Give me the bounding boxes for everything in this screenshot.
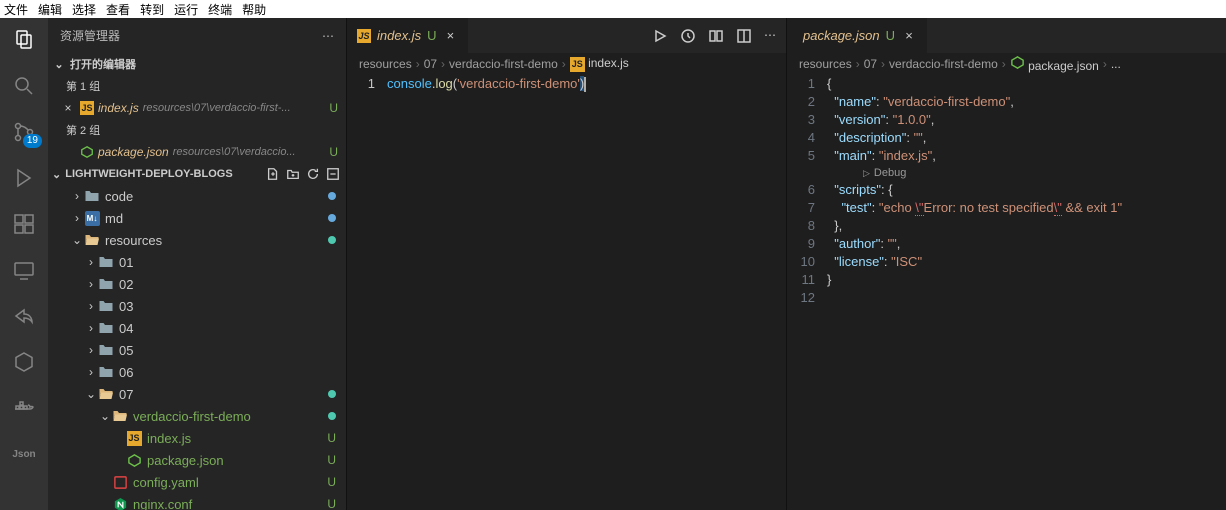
new-folder-icon[interactable] [286,167,300,181]
tree-item[interactable]: nginx.confU [48,493,346,510]
diff-icon[interactable] [708,28,724,44]
tree-item[interactable]: ⌄verdaccio-first-demo [48,405,346,427]
json-icon[interactable]: Json [12,442,36,466]
sidebar-actions[interactable]: ⋯ [322,29,334,43]
open-editor-item[interactable]: package.json resources\07\verdaccio...U [48,141,346,163]
editor-group-1: JS index.js U × ⋯ resources›07›verdaccio… [346,18,786,510]
tab-packagejson[interactable]: package.json U × [787,18,928,53]
scm-icon[interactable]: 19 [12,120,36,144]
close-icon[interactable]: × [442,28,458,43]
open-editors-header[interactable]: ⌄打开的编辑器 [48,53,346,75]
folder-icon [98,254,114,270]
md-icon: M↓ [84,210,100,226]
share-icon[interactable] [12,304,36,328]
code-line[interactable]: console.log('verdaccio-first-demo') [387,75,786,510]
menu-item[interactable]: 帮助 [242,1,266,17]
editor-group-label: 第 2 组 [48,119,346,141]
run-icon[interactable] [12,166,36,190]
js-icon: JS [357,29,371,43]
tree-item[interactable]: ›01 [48,251,346,273]
editor-group-label: 第 1 组 [48,75,346,97]
tree-item[interactable]: ›06 [48,361,346,383]
history-icon[interactable] [680,28,696,44]
menu-item[interactable]: 编辑 [38,1,62,17]
hexagon-icon[interactable] [12,350,36,374]
menu-item[interactable]: 文件 [4,1,28,17]
tree-item[interactable]: JSindex.jsU [48,427,346,449]
menu-item[interactable]: 查看 [106,1,130,17]
tree-item[interactable]: config.yamlU [48,471,346,493]
folder-header[interactable]: ⌄ LIGHTWEIGHT-DEPLOY-BLOGS [48,163,346,185]
menu-item[interactable]: 运行 [174,1,198,17]
folder-open-icon [112,408,128,424]
folder-icon [98,298,114,314]
docker-icon[interactable] [12,396,36,420]
folder-icon [98,342,114,358]
close-icon[interactable]: × [901,28,917,43]
js-icon: JS [126,430,142,446]
tree-item[interactable]: package.jsonU [48,449,346,471]
menu-item[interactable]: 选择 [72,1,96,17]
code-content[interactable]: { "name": "verdaccio-first-demo", "versi… [827,75,1226,510]
scm-badge: 19 [23,134,42,148]
editor-group-2: package.json U × resources›07›verdaccio-… [786,18,1226,510]
folder-icon [98,364,114,380]
split-icon[interactable] [736,28,752,44]
tree-item[interactable]: ›05 [48,339,346,361]
menubar: 文件编辑选择查看转到运行终端帮助 [0,0,1226,18]
menu-item[interactable]: 转到 [140,1,164,17]
new-file-icon[interactable] [266,167,280,181]
folder-open-icon [84,232,100,248]
run-file-icon[interactable] [652,28,668,44]
tree-item[interactable]: ›02 [48,273,346,295]
folder-icon [84,188,100,204]
menu-item[interactable]: 终端 [208,1,232,17]
folder-icon [98,320,114,336]
tree-item[interactable]: ›M↓md [48,207,346,229]
folder-icon [98,276,114,292]
open-editor-item[interactable]: ×JSindex.js resources\07\verdaccio-first… [48,97,346,119]
tree-item[interactable]: ›04 [48,317,346,339]
nginx-icon [112,496,128,510]
breadcrumb-2[interactable]: resources›07›verdaccio-first-demo› packa… [787,53,1226,75]
collapse-icon[interactable] [326,167,340,181]
search-icon[interactable] [12,74,36,98]
folder-open-icon [98,386,114,402]
sidebar-title: 资源管理器 [60,27,120,44]
tree-item[interactable]: ⌄resources [48,229,346,251]
sidebar-header: 资源管理器 ⋯ [48,18,346,53]
activity-bar: 19 Json [0,18,48,510]
tree-item[interactable]: ⌄07 [48,383,346,405]
tab-indexjs[interactable]: JS index.js U × [347,18,469,53]
more-icon[interactable]: ⋯ [764,28,776,44]
extensions-icon[interactable] [12,212,36,236]
breadcrumb-1[interactable]: resources›07›verdaccio-first-demo›JS ind… [347,53,786,75]
yaml-icon [112,474,128,490]
sidebar: 资源管理器 ⋯ ⌄打开的编辑器 第 1 组×JSindex.js resourc… [48,18,346,510]
tree-item[interactable]: ›code [48,185,346,207]
tree-item[interactable]: ›03 [48,295,346,317]
explorer-icon[interactable] [12,28,36,52]
close-icon[interactable]: × [60,101,76,115]
npm-icon [126,452,142,468]
refresh-icon[interactable] [306,167,320,181]
remote-icon[interactable] [12,258,36,282]
